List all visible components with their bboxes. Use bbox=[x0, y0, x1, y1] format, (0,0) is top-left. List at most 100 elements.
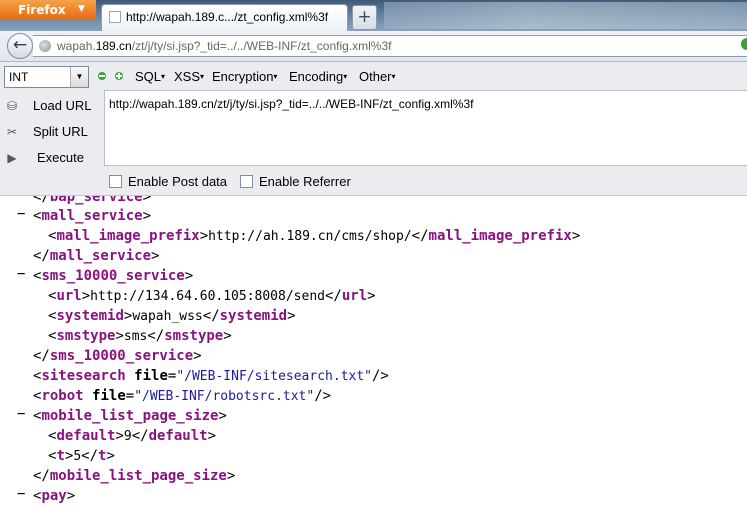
url-textarea[interactable]: http://wapah.189.cn/zt/j/ty/si.jsp?_tid=… bbox=[104, 90, 747, 166]
enable-post-label: Enable Post data bbox=[128, 174, 228, 189]
xml-tag: t bbox=[56, 448, 65, 464]
xml-tag: default bbox=[56, 428, 116, 444]
xml-line: <mall_service> bbox=[33, 208, 152, 224]
xml-line: </mall_service> bbox=[33, 248, 160, 264]
xml-line: <t>5</t> bbox=[48, 448, 115, 464]
menu-encryption[interactable]: Encryption▾ bbox=[212, 69, 277, 84]
xml-line: <pay> bbox=[33, 488, 76, 504]
xml-text: wapah_wss bbox=[132, 309, 203, 324]
xml-tag: bap_service bbox=[49, 196, 143, 205]
xml-tag: systemid bbox=[56, 308, 124, 324]
xml-viewer: </bap_service> − <mall_service> <mall_im… bbox=[0, 196, 747, 507]
xml-tag: pay bbox=[41, 488, 67, 504]
xml-line: <systemid>wapah_wss</systemid> bbox=[48, 308, 296, 324]
tab-active[interactable]: http://wapah.189.c.../zt_config.xml%3f bbox=[101, 4, 348, 31]
xml-line: <default>9</default> bbox=[48, 428, 217, 444]
title-bar: Firefox ▼ http://wapah.189.c.../zt_confi… bbox=[0, 0, 747, 31]
navigation-bar: wapah.189.cn/zt/j/ty/si.jsp?_tid=../../W… bbox=[0, 31, 747, 62]
chevron-down-icon: ▾ bbox=[273, 72, 278, 81]
xml-tag: sitesearch bbox=[41, 368, 126, 384]
xml-line: <robot file="/WEB-INF/robotsrc.txt"/> bbox=[33, 388, 332, 404]
collapse-toggle[interactable]: − bbox=[17, 486, 25, 502]
chevron-down-icon: ▾ bbox=[161, 72, 166, 81]
execute-label: Execute bbox=[37, 150, 84, 165]
xml-attr: file bbox=[134, 368, 168, 384]
xml-text: 9 bbox=[123, 429, 132, 444]
xml-attr-value: "/WEB-INF/robotsrc.txt" bbox=[134, 389, 315, 404]
enable-referrer-label: Enable Referrer bbox=[259, 174, 351, 189]
xml-line: </sms_10000_service> bbox=[33, 348, 202, 364]
xml-tag: mobile_list_page_size bbox=[41, 408, 219, 424]
new-tab-button[interactable]: + bbox=[352, 5, 377, 30]
load-url-label: Load URL bbox=[33, 98, 92, 113]
xml-line: <mobile_list_page_size> bbox=[33, 408, 227, 424]
back-button[interactable]: ← bbox=[7, 33, 33, 59]
xml-line: <sms_10000_service> bbox=[33, 268, 194, 284]
xml-line: <smstype>sms</smstype> bbox=[48, 328, 232, 344]
collapse-toggle[interactable]: − bbox=[17, 266, 25, 282]
page-icon bbox=[109, 11, 121, 23]
plus-icon[interactable] bbox=[115, 72, 123, 80]
go-icon[interactable] bbox=[741, 38, 747, 50]
scissors-icon: ✂ bbox=[6, 125, 18, 139]
xml-text: sms bbox=[123, 329, 148, 344]
xml-text: http://ah.189.cn/cms/shop/ bbox=[208, 229, 412, 244]
plus-icon: + bbox=[357, 7, 372, 27]
url-subdomain: wapah. bbox=[57, 39, 96, 53]
xml-line: <sitesearch file="/WEB-INF/sitesearch.tx… bbox=[33, 368, 389, 384]
url-textarea-value: http://wapah.189.cn/zt/j/ty/si.jsp?_tid=… bbox=[109, 97, 474, 111]
xml-text: http://134.64.60.105:8008/send bbox=[90, 289, 325, 304]
url-bar[interactable]: wapah.189.cn/zt/j/ty/si.jsp?_tid=../../W… bbox=[33, 35, 747, 57]
xml-tag: systemid bbox=[219, 308, 288, 324]
background-window-area bbox=[384, 2, 747, 29]
xml-line: <url>http://134.64.60.105:8008/send</url… bbox=[48, 288, 376, 304]
xml-tag: url bbox=[56, 288, 82, 304]
minus-icon[interactable] bbox=[98, 72, 106, 80]
type-select-value: INT bbox=[9, 70, 29, 84]
menu-encoding[interactable]: Encoding▾ bbox=[289, 69, 347, 84]
chevron-down-icon: ▼ bbox=[78, 4, 85, 14]
xml-tag: smstype bbox=[56, 328, 116, 344]
xml-line: </mobile_list_page_size> bbox=[33, 468, 236, 484]
enable-post-checkbox[interactable] bbox=[109, 175, 122, 188]
xml-tag: mall_service bbox=[41, 208, 143, 224]
xml-attr: file bbox=[92, 388, 126, 404]
xml-tag: url bbox=[341, 288, 368, 304]
xml-tag: mobile_list_page_size bbox=[49, 468, 227, 484]
collapse-toggle[interactable]: − bbox=[17, 206, 25, 222]
url-domain: 189.cn bbox=[95, 39, 132, 53]
split-url-label: Split URL bbox=[33, 124, 88, 139]
tab-title: http://wapah.189.c.../zt_config.xml%3f bbox=[126, 10, 329, 24]
chevron-down-icon: ▾ bbox=[391, 72, 396, 81]
xml-tag: sms_10000_service bbox=[41, 268, 185, 284]
url-text: wapah.189.cn/zt/j/ty/si.jsp?_tid=../../W… bbox=[57, 39, 391, 53]
back-arrow-icon: ← bbox=[12, 35, 28, 55]
menu-xss[interactable]: XSS▾ bbox=[174, 69, 204, 84]
xml-tag: robot bbox=[41, 388, 84, 404]
menu-encoding-label: Encoding bbox=[289, 69, 344, 84]
chevron-down-icon: ▾ bbox=[343, 72, 348, 81]
xml-line: <mall_image_prefix>http://ah.189.cn/cms/… bbox=[48, 228, 581, 244]
globe-icon bbox=[39, 40, 51, 52]
xml-text: 5 bbox=[73, 449, 82, 464]
menu-other-label: Other bbox=[359, 69, 392, 84]
chevron-down-icon: ▼ bbox=[70, 67, 88, 87]
menu-sql[interactable]: SQL▾ bbox=[135, 69, 165, 84]
xml-tag: mall_service bbox=[49, 248, 152, 264]
xml-tag: smstype bbox=[164, 328, 224, 344]
type-select[interactable]: INT ▼ bbox=[4, 66, 89, 88]
url-path: /zt/j/ty/si.jsp?_tid=../../WEB-INF/zt_co… bbox=[131, 39, 392, 53]
hackbar-panel: INT ▼ SQL▾ XSS▾ Encryption▾ Encoding▾ Ot… bbox=[0, 62, 747, 196]
xml-tag: default bbox=[148, 428, 208, 444]
xml-tag: sms_10000_service bbox=[49, 348, 194, 364]
load-icon: ⛁ bbox=[6, 99, 18, 113]
enable-referrer-checkbox[interactable] bbox=[240, 175, 253, 188]
menu-sql-label: SQL bbox=[135, 69, 162, 84]
chevron-down-icon: ▾ bbox=[200, 72, 205, 81]
xml-tag: mall_image_prefix bbox=[428, 228, 572, 244]
collapse-toggle[interactable]: − bbox=[17, 406, 25, 422]
firefox-menu-button[interactable]: Firefox ▼ bbox=[0, 0, 96, 20]
menu-encryption-label: Encryption bbox=[212, 69, 274, 84]
menu-other[interactable]: Other▾ bbox=[359, 69, 396, 84]
play-icon: ▶ bbox=[7, 151, 17, 165]
